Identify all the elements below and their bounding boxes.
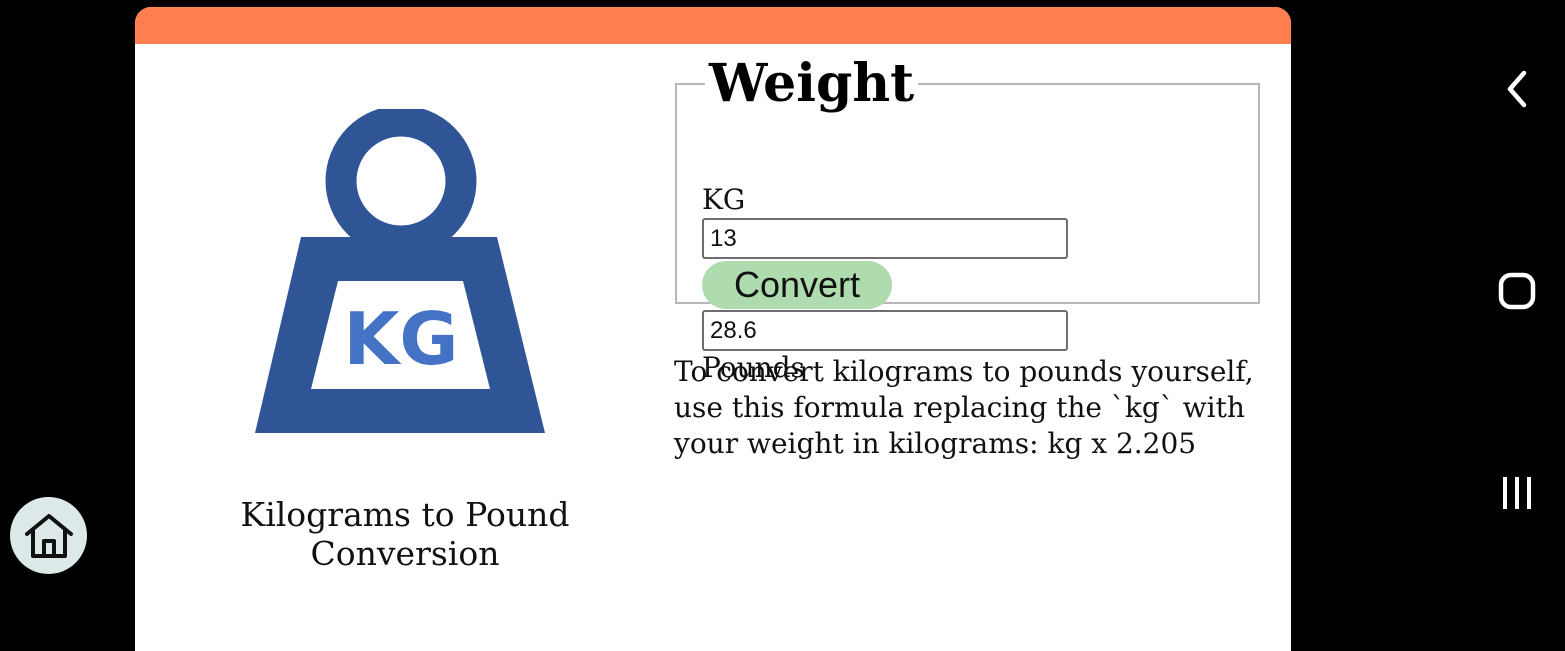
kg-label: KG	[702, 183, 746, 216]
kg-weight-label: KG	[344, 297, 459, 381]
app-window: KG Kilograms to Pound Conversion Weight …	[135, 7, 1291, 651]
nav-home-button[interactable]	[1490, 264, 1544, 318]
formula-help-text: To convert kilograms to pounds yourself,…	[674, 355, 1254, 460]
convert-button[interactable]: Convert	[702, 261, 892, 309]
rounded-square-icon	[1498, 272, 1536, 310]
weight-fieldset: Weight KG Convert Pounds	[675, 53, 1260, 384]
kg-input[interactable]	[702, 218, 1068, 259]
nav-recents-button[interactable]	[1490, 466, 1544, 520]
pounds-output[interactable]	[702, 310, 1068, 351]
nav-back-button[interactable]	[1490, 62, 1544, 116]
chevron-left-icon	[1507, 70, 1527, 108]
screen: KG Kilograms to Pound Conversion Weight …	[0, 0, 1565, 651]
kg-weight-icon: KG	[255, 109, 545, 433]
home-icon	[24, 513, 73, 558]
app-bar	[135, 7, 1291, 44]
three-bars-icon	[1503, 477, 1531, 509]
home-button[interactable]	[10, 497, 87, 574]
app-caption: Kilograms to Pound Conversion	[240, 495, 570, 573]
weight-legend: Weight	[709, 53, 915, 114]
